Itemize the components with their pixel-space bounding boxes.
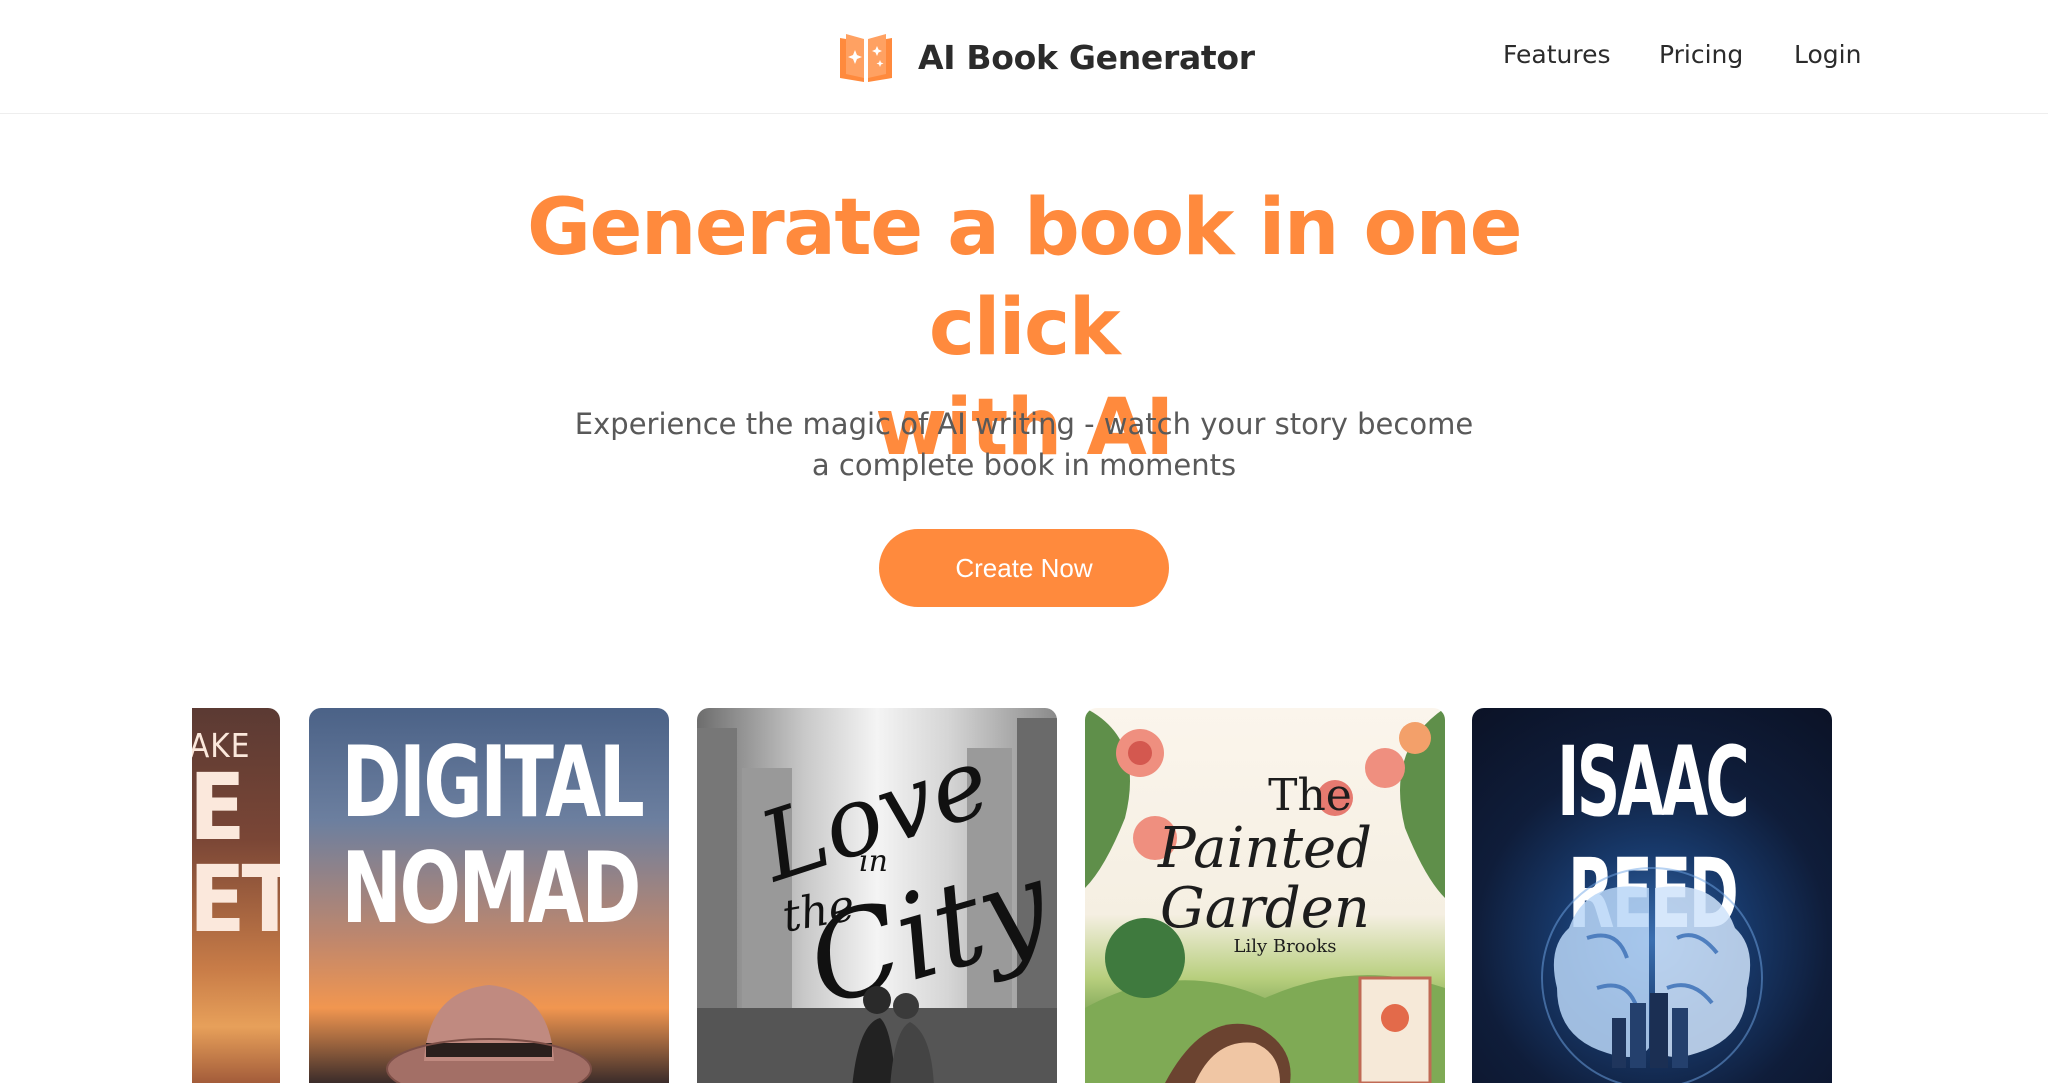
brand-name: AI Book Generator <box>918 37 1255 77</box>
cover-title-line2: NOMAD <box>341 832 641 946</box>
book-cover-digital-nomad[interactable]: DIGITAL NOMAD <box>309 708 669 1083</box>
cover-text: ET <box>192 846 280 953</box>
cover-title: DIGITAL NOMAD <box>341 730 644 942</box>
top-header: AI Book Generator Features Pricing Login <box>0 0 2048 114</box>
nav-features-link[interactable]: Features <box>1503 40 1611 76</box>
hat-illustration <box>386 985 592 1083</box>
brain-illustration <box>1541 867 1763 1083</box>
brand-logo-link[interactable]: AI Book Generator <box>836 26 1255 88</box>
book-cover-love-in-the-city[interactable]: Love in the City <box>697 708 1057 1083</box>
cover-text: E ET <box>192 762 280 946</box>
book-cover-sunset[interactable]: AKE E ET <box>192 708 280 1083</box>
nav-login-link[interactable]: Login <box>1794 40 1861 76</box>
cover-title-word: Garden <box>1160 876 1370 941</box>
cover-author: Lily Brooks <box>1233 936 1337 957</box>
cover-text: E <box>192 754 246 861</box>
cover-title-word: Painted <box>1157 816 1373 881</box>
cover-title-word: The <box>1268 770 1352 821</box>
book-cover-isaac-reed[interactable]: ISAAC REED <box>1472 708 1832 1083</box>
hero-subtitle-line1: Experience the magic of AI writing - wat… <box>574 407 1474 441</box>
hero-subtitle: Experience the magic of AI writing - wat… <box>560 404 1488 486</box>
couple-illustration <box>852 986 934 1083</box>
cover-title-line1: DIGITAL <box>341 726 644 840</box>
nav-pricing-link[interactable]: Pricing <box>1659 40 1743 76</box>
create-now-button[interactable]: Create Now <box>879 529 1169 607</box>
open-book-sparkle-icon <box>840 34 892 82</box>
hero-title-line1: Generate a book in one click <box>526 183 1523 373</box>
book-cover-painted-garden[interactable]: The Painted Garden Lily Brooks <box>1085 708 1445 1083</box>
hero-subtitle-line2: a complete book in moments <box>811 448 1237 482</box>
